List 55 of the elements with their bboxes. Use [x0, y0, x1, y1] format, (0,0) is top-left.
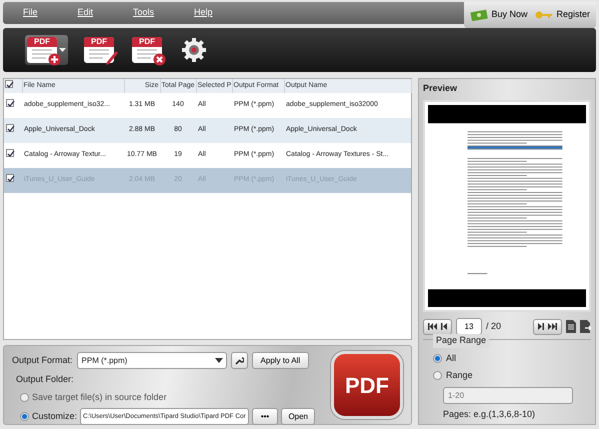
- radio-button[interactable]: [433, 354, 442, 363]
- caret-icon: [59, 48, 66, 52]
- checkbox[interactable]: [5, 80, 13, 88]
- remove-pdf-button[interactable]: PDF: [130, 35, 164, 65]
- page-total: / 20: [486, 320, 502, 333]
- menu-item[interactable]: Edit: [78, 6, 94, 20]
- pen-icon: [106, 50, 118, 66]
- field-label: Output Folder:: [16, 373, 75, 386]
- register-button[interactable]: Register: [535, 8, 590, 22]
- page-icon[interactable]: [566, 320, 576, 333]
- money-icon: [470, 9, 488, 21]
- option-label[interactable]: Range: [446, 369, 473, 382]
- page-forward-buttons[interactable]: [533, 318, 562, 334]
- edit-pdf-button[interactable]: PDF: [82, 35, 116, 65]
- option-label[interactable]: Customize:: [32, 410, 78, 424]
- key-icon: [535, 10, 554, 20]
- plus-icon: [48, 53, 61, 66]
- checkbox[interactable]: [6, 174, 14, 182]
- step-forward-icon: [538, 323, 544, 330]
- menu-item[interactable]: Help: [194, 6, 213, 20]
- field-label: Output Format:: [12, 354, 73, 367]
- export-page-icon[interactable]: [580, 320, 591, 333]
- step-back-icon: [441, 323, 447, 330]
- settings-icon: [180, 36, 208, 64]
- convert-button[interactable]: PDF: [331, 351, 403, 419]
- format-dropdown[interactable]: PPM (*.ppm): [76, 352, 227, 369]
- page-number-field[interactable]: 13: [456, 318, 482, 335]
- buy-now-button[interactable]: Buy Now: [470, 8, 528, 22]
- settings-button[interactable]: [230, 352, 248, 369]
- group-title: Page Range: [433, 334, 490, 348]
- apply-to-all-button[interactable]: Apply to All: [252, 352, 310, 369]
- radio-button[interactable]: [20, 412, 29, 421]
- checkbox[interactable]: [6, 149, 14, 158]
- caret-icon: [214, 358, 223, 363]
- skip-forward-icon: [548, 323, 557, 330]
- checkbox[interactable]: [6, 99, 14, 108]
- option-label[interactable]: Save target file(s) in source folder: [32, 390, 167, 404]
- open-button[interactable]: Open: [281, 408, 316, 425]
- checkbox[interactable]: [6, 124, 14, 132]
- menu-item[interactable]: Tools: [133, 6, 154, 20]
- hint-text: Pages: e.g.(1,3,6,8-10): [443, 408, 536, 421]
- wrench-icon: [234, 356, 244, 365]
- browse-button[interactable]: •••: [252, 408, 278, 425]
- cross-icon: [153, 53, 166, 66]
- panel-title: Preview: [423, 82, 458, 95]
- option-label[interactable]: All: [446, 352, 456, 365]
- page-back-buttons[interactable]: [423, 318, 452, 334]
- text-lines-icon: [135, 47, 159, 59]
- radio-button[interactable]: [20, 392, 29, 402]
- text-lines-icon: [87, 47, 111, 59]
- text-lines-icon: [30, 47, 54, 59]
- menu-item[interactable]: File: [23, 6, 38, 20]
- add-pdf-button[interactable]: PDF: [25, 35, 68, 65]
- skip-back-icon: [428, 323, 437, 330]
- radio-button[interactable]: [433, 371, 442, 380]
